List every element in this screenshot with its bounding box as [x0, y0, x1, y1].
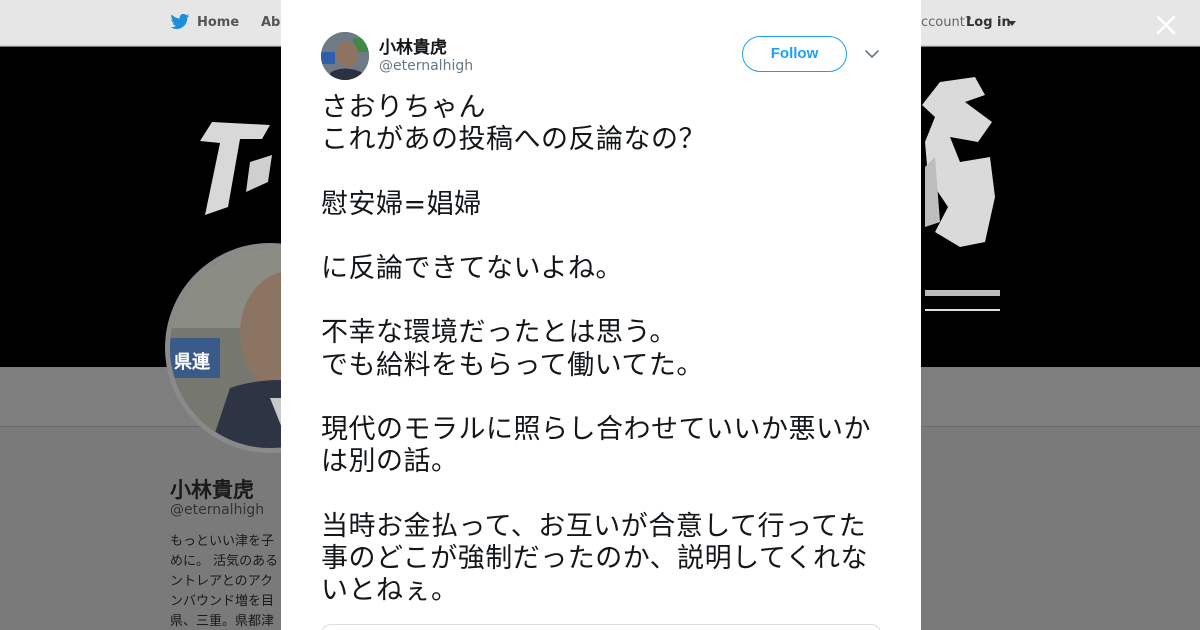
- svg-text:県連: 県連: [174, 351, 211, 373]
- chevron-down-icon[interactable]: [864, 46, 880, 62]
- profile-handle: @eternalhigh: [170, 502, 265, 518]
- home-link[interactable]: Home: [197, 15, 239, 30]
- profile-name: 小林貴虎: [170, 478, 254, 502]
- author-avatar-image: [321, 32, 369, 80]
- profile-bio: もっといい津を子めに。 活気のあるントレアとのアクンバウンド増を目県、三重。県都…: [170, 534, 279, 629]
- tweet-modal: 小林貴虎 @eternalhigh Follow さおりちゃん これがあの投稿へ…: [281, 0, 921, 630]
- author-name[interactable]: 小林貴虎: [379, 33, 447, 58]
- follow-button[interactable]: Follow: [742, 36, 847, 72]
- account-prompt: ccount?: [921, 15, 972, 30]
- login-caret-icon[interactable]: [1008, 21, 1016, 26]
- link-card[interactable]: [321, 624, 881, 630]
- author-avatar[interactable]: [321, 32, 369, 80]
- twitter-bird-icon[interactable]: [170, 13, 190, 31]
- close-icon[interactable]: [1152, 11, 1180, 39]
- login-link[interactable]: Log in: [966, 15, 1011, 30]
- tweet-text: さおりちゃん これがあの投稿への反論なの？ 慰安婦=娼婦 に反論できてないよね。…: [321, 92, 871, 607]
- author-handle[interactable]: @eternalhigh: [379, 58, 473, 74]
